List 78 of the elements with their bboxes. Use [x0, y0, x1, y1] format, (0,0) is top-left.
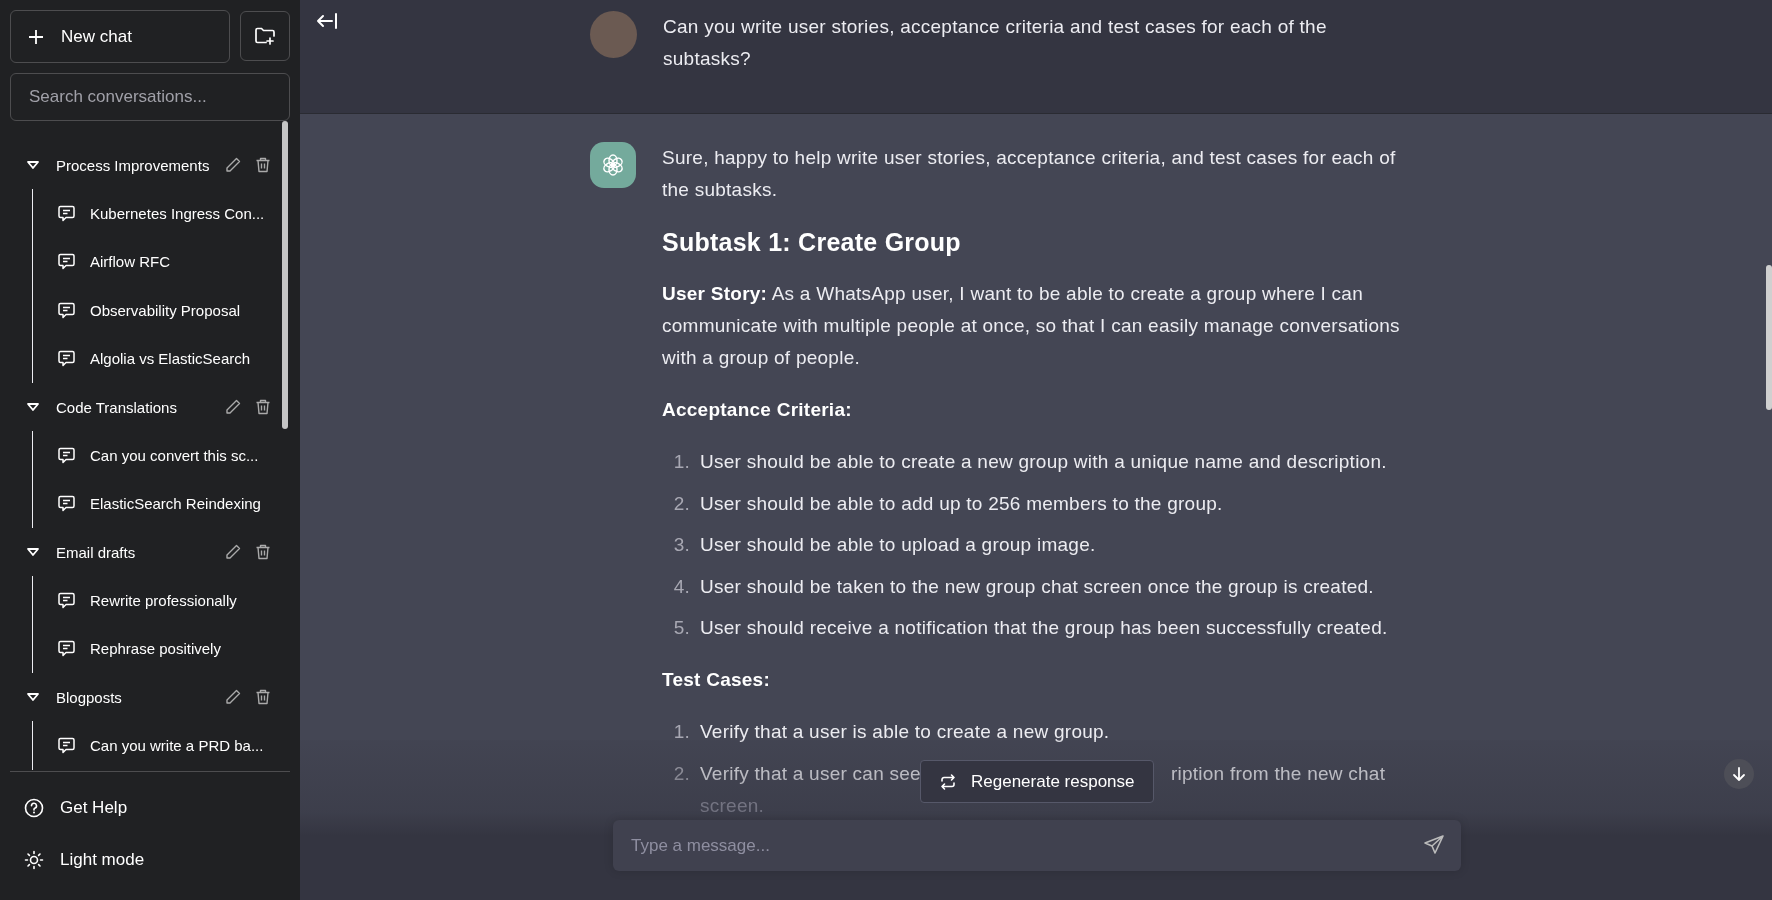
folder-name[interactable]: Email drafts	[56, 543, 212, 561]
list-item-text: User should be taken to the new group chat screen once the group is created.	[700, 574, 1374, 599]
pencil-icon[interactable]	[224, 156, 242, 174]
pencil-icon[interactable]	[224, 543, 242, 561]
regenerate-response-button[interactable]: Regenerate response	[920, 760, 1154, 803]
chat-bubble-icon	[57, 300, 76, 320]
avatar-photo-placeholder	[590, 11, 637, 58]
caret-icon[interactable]	[26, 160, 40, 170]
message-text: Can you write user stories, acceptance criteria and test cases for each of the subtasks?	[663, 15, 1328, 71]
conversation-item[interactable]: Rewrite professionally	[33, 576, 272, 625]
conversation-item[interactable]: Observability Proposal	[33, 286, 272, 335]
list-item-text: ription from the new chat	[1170, 761, 1386, 786]
list-item-text: User should be able to upload a group image.	[700, 533, 1096, 557]
folder-item[interactable]: Email drafts	[10, 528, 272, 576]
message-text: User Story: As a WhatsApp user, I want to be able to create a group where I can communicate with multiple people at once, so that I can easily manage conversations with a group of people.	[662, 282, 1401, 370]
chat-bubble-icon	[57, 445, 76, 465]
chat-bubble-icon	[57, 252, 76, 272]
list-item-text: User should be able to add up to 256 members to the group.	[700, 491, 1223, 516]
chat-bubble-icon	[57, 735, 76, 755]
trash-icon[interactable]	[254, 543, 272, 561]
list-number: 3.	[672, 533, 690, 557]
list-item-text: User should be able to create a new group with a unique name and description.	[700, 450, 1387, 474]
chat-bubble-icon	[57, 590, 76, 610]
caret-icon[interactable]	[26, 692, 40, 702]
chat-bubble-icon	[57, 639, 76, 659]
caret-icon[interactable]	[26, 547, 40, 557]
sidebar-menu-item[interactable]: Get Help	[10, 782, 290, 834]
sidebar-menu-item[interactable]: Light mode	[10, 834, 290, 886]
conversation-item[interactable]: Kubernetes Ingress Con...	[33, 189, 272, 238]
conversation-item[interactable]: Can you convert this sc...	[33, 431, 272, 480]
trash-icon[interactable]	[254, 688, 272, 706]
section-heading: Subtask 1: Create Group	[662, 227, 962, 258]
plus-icon	[27, 27, 45, 46]
list-number: 4.	[672, 574, 690, 599]
folder-item[interactable]: Code Translations	[10, 383, 272, 431]
sun-icon	[24, 850, 44, 870]
search-field[interactable]: Search conversations...	[10, 73, 290, 121]
conversation-item[interactable]: Can you write a PRD ba...	[33, 721, 272, 770]
folder-name[interactable]: Process Improvements	[56, 156, 212, 174]
list-item-text: User should receive a notification that the group has been successfully created.	[700, 616, 1388, 640]
chat-bubble-icon	[57, 349, 76, 369]
message-text: Sure, happy to help write user stories, acceptance criteria, and test cases for each of the subtasks.	[662, 146, 1397, 202]
folder-plus-icon	[254, 26, 276, 46]
list-item-text: Verify that a user can see	[700, 761, 921, 786]
refresh-icon	[939, 772, 957, 791]
conversation-item[interactable]: Rephrase positively	[33, 624, 272, 673]
chat-bubble-icon	[57, 494, 76, 514]
folder-name[interactable]: Blogposts	[56, 688, 212, 706]
send-icon[interactable]	[1423, 834, 1445, 856]
trash-icon[interactable]	[254, 398, 272, 416]
section-label: Acceptance Criteria:	[662, 398, 853, 422]
conversation-item[interactable]: Algolia vs ElasticSearch	[33, 334, 272, 383]
conversation-item[interactable]: ElasticSearch Reindexing	[33, 479, 272, 528]
section-label: Test Cases:	[662, 668, 771, 692]
new-chat-button[interactable]: New chat	[10, 10, 230, 63]
pencil-icon[interactable]	[224, 688, 242, 706]
caret-icon[interactable]	[26, 402, 40, 412]
folder-name[interactable]: Code Translations	[56, 398, 212, 416]
new-folder-button[interactable]	[240, 11, 290, 61]
trash-icon[interactable]	[254, 156, 272, 174]
list-item-text: Verify that a user is able to create a new group.	[700, 720, 1110, 744]
list-number: 5.	[672, 616, 690, 640]
conversation-item[interactable]: Airflow RFC	[33, 237, 272, 286]
collapse-sidebar-icon[interactable]	[315, 11, 339, 31]
message-input-field[interactable]: Type a message...	[613, 820, 1461, 871]
scrollbar-thumb[interactable]	[282, 121, 288, 429]
assistant-logo-icon	[590, 142, 636, 188]
folder-item[interactable]: Blogposts	[10, 673, 272, 721]
scrollbar-thumb[interactable]	[1766, 265, 1772, 410]
list-number: 1.	[672, 450, 690, 474]
question-circle-icon	[24, 798, 44, 818]
list-number: 2.	[672, 761, 690, 786]
chat-bubble-icon	[57, 203, 76, 223]
list-number: 2.	[672, 491, 690, 516]
pencil-icon[interactable]	[224, 398, 242, 416]
list-number: 1.	[672, 720, 690, 744]
folder-item[interactable]: Process Improvements	[10, 141, 272, 189]
arrow-down-icon	[1731, 766, 1747, 782]
